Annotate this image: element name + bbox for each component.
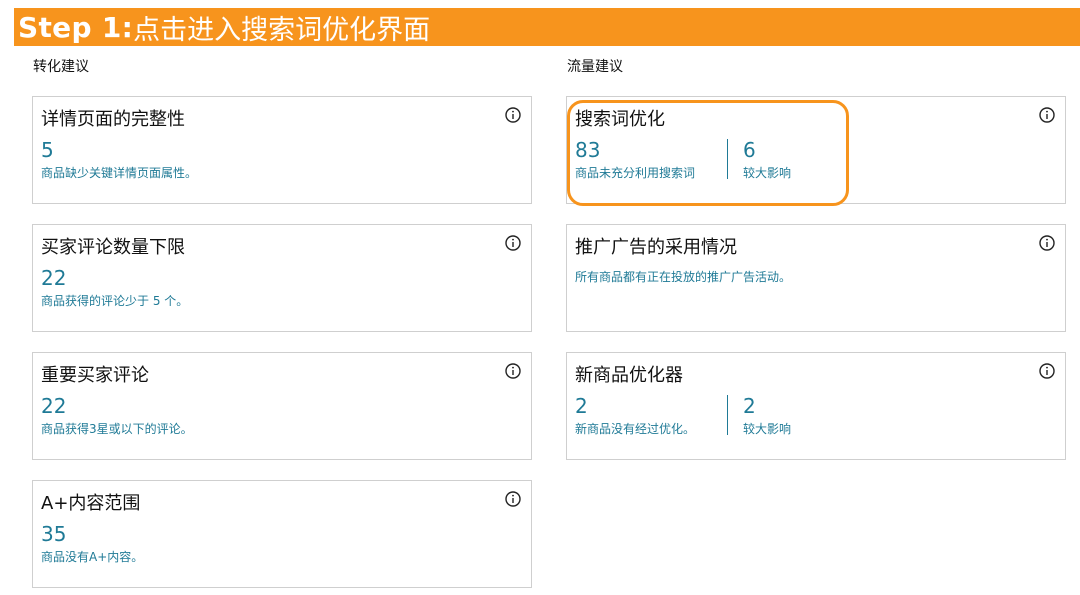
card-listing-completeness[interactable]: 详情页面的完整性 5 商品缺少关键详情页面属性。 [32,96,532,204]
card-description: 商品获得的评论少于 5 个。 [41,294,189,308]
card-value-impact[interactable]: 6 [743,138,756,162]
info-icon[interactable] [505,235,521,251]
card-title: 新商品优化器 [575,365,683,386]
card-value[interactable]: 35 [41,522,66,546]
step-banner: Step 1: 点击进入搜索词优化界面 [14,8,1080,46]
card-title: 买家评论数量下限 [41,237,185,258]
info-icon[interactable] [1039,235,1055,251]
card-value-impact[interactable]: 2 [743,394,756,418]
step-label: Step 1: [18,10,134,44]
card-description-impact: 较大影响 [743,422,792,436]
card-description: 商品没有A+内容。 [41,550,144,564]
card-title: 搜索词优化 [575,109,665,130]
card-value-underused[interactable]: 83 [575,138,600,162]
card-value[interactable]: 22 [41,394,66,418]
card-description-not-optimized: 新商品没有经过优化。 [575,422,696,436]
divider [727,139,728,179]
card-description: 商品获得3星或以下的评论。 [41,422,193,436]
card-sponsored-ads-adoption[interactable]: 推广广告的采用情况 所有商品都有正在投放的推广广告活动。 [566,224,1066,332]
info-icon[interactable] [505,107,521,123]
card-value[interactable]: 22 [41,266,66,290]
conversion-section-title: 转化建议 [33,59,89,75]
card-description: 所有商品都有正在投放的推广广告活动。 [575,270,792,284]
info-icon[interactable] [505,491,521,507]
card-description-underused: 商品未充分利用搜索词 [575,166,696,180]
card-title: 推广广告的采用情况 [575,237,737,258]
card-title: A+内容范围 [41,493,141,514]
step-instruction: 点击进入搜索词优化界面 [133,14,431,46]
info-icon[interactable] [1039,363,1055,379]
card-value-not-optimized[interactable]: 2 [575,394,588,418]
card-review-count[interactable]: 买家评论数量下限 22 商品获得的评论少于 5 个。 [32,224,532,332]
card-new-product-optimizer[interactable]: 新商品优化器 2 新商品没有经过优化。 2 较大影响 [566,352,1066,460]
card-description: 商品缺少关键详情页面属性。 [41,166,198,180]
card-value[interactable]: 5 [41,138,54,162]
card-title: 重要买家评论 [41,365,149,386]
card-description-impact: 较大影响 [743,166,792,180]
info-icon[interactable] [505,363,521,379]
traffic-section-title: 流量建议 [567,59,623,75]
card-critical-reviews[interactable]: 重要买家评论 22 商品获得3星或以下的评论。 [32,352,532,460]
card-aplus-content[interactable]: A+内容范围 35 商品没有A+内容。 [32,480,532,588]
info-icon[interactable] [1039,107,1055,123]
divider [727,395,728,435]
card-search-term-optimization[interactable]: 搜索词优化 83 商品未充分利用搜索词 6 较大影响 [566,96,1066,204]
card-title: 详情页面的完整性 [41,109,185,130]
